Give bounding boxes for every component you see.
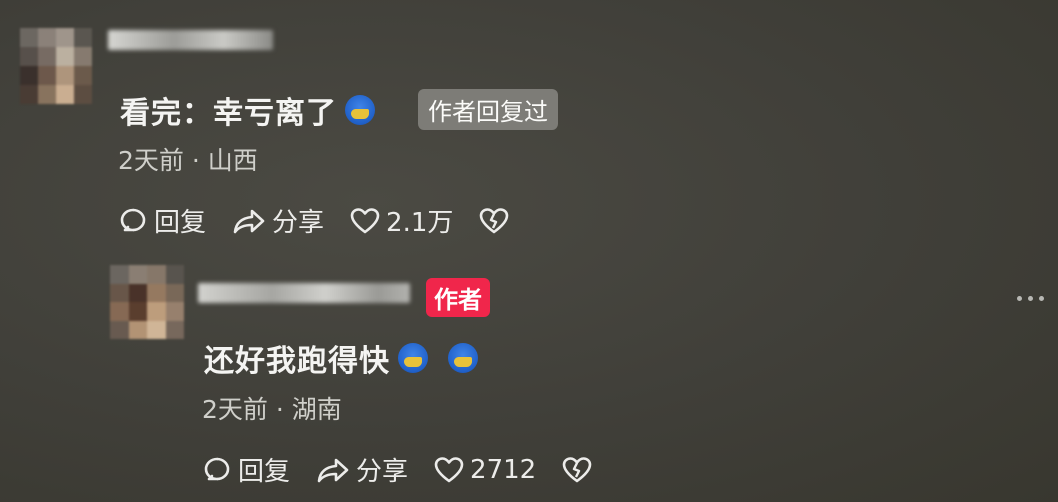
like-button[interactable]: 2712 — [434, 455, 536, 485]
comment-text: 看完：幸亏离了 — [120, 88, 375, 132]
heart-icon — [434, 456, 464, 482]
reply-text-label: 还好我跑得快 — [204, 344, 390, 379]
share-button[interactable]: 分享 — [316, 451, 408, 488]
share-label: 分享 — [356, 457, 409, 487]
comment-location: 山西 — [207, 146, 258, 175]
reply-text: 还好我跑得快 — [204, 336, 478, 380]
comment-time: 2天前 — [118, 146, 184, 175]
share-label: 分享 — [272, 208, 325, 238]
reply-meta: 2天前 · 湖南 — [202, 390, 342, 426]
reply-location: 湖南 — [291, 395, 342, 424]
meta-separator: · — [191, 146, 200, 175]
share-icon — [317, 458, 349, 482]
comment-text-label: 看完：幸亏离了 — [120, 96, 337, 131]
like-count: 2712 — [470, 454, 537, 485]
author-badge: 作者 — [426, 278, 490, 317]
emoji-icon — [398, 343, 428, 373]
emoji-icon — [345, 95, 375, 125]
reply-avatar[interactable] — [110, 265, 184, 339]
emoji-icon — [448, 343, 478, 373]
reply-actions: 回复 分享 2712 — [202, 451, 592, 488]
author-replied-tag: 作者回复过 — [418, 89, 558, 130]
broken-heart-icon — [480, 207, 509, 233]
dislike-button[interactable] — [479, 207, 509, 235]
username-blurred[interactable] — [108, 30, 273, 50]
reply-time: 2天前 — [202, 395, 268, 424]
avatar[interactable] — [20, 28, 92, 104]
share-button[interactable]: 分享 — [232, 202, 324, 239]
dislike-button[interactable] — [562, 456, 592, 484]
reply-label: 回复 — [238, 457, 291, 487]
like-button[interactable]: 2.1万 — [350, 202, 453, 239]
reply-username-blurred[interactable] — [198, 283, 410, 303]
reply-button[interactable]: 回复 — [118, 202, 206, 239]
comment-icon — [120, 208, 146, 231]
meta-separator: · — [275, 395, 284, 424]
heart-icon — [350, 207, 380, 233]
reply-button[interactable]: 回复 — [202, 451, 290, 488]
comment-meta: 2天前 · 山西 — [118, 141, 258, 177]
broken-heart-icon — [562, 456, 592, 482]
share-icon — [233, 209, 265, 233]
like-count: 2.1万 — [386, 208, 454, 238]
comment-icon — [204, 457, 230, 480]
more-icon — [1017, 296, 1022, 301]
comment-actions: 回复 分享 2.1万 — [118, 202, 509, 239]
reply-label: 回复 — [154, 208, 207, 238]
more-options-button[interactable] — [1017, 296, 1044, 301]
